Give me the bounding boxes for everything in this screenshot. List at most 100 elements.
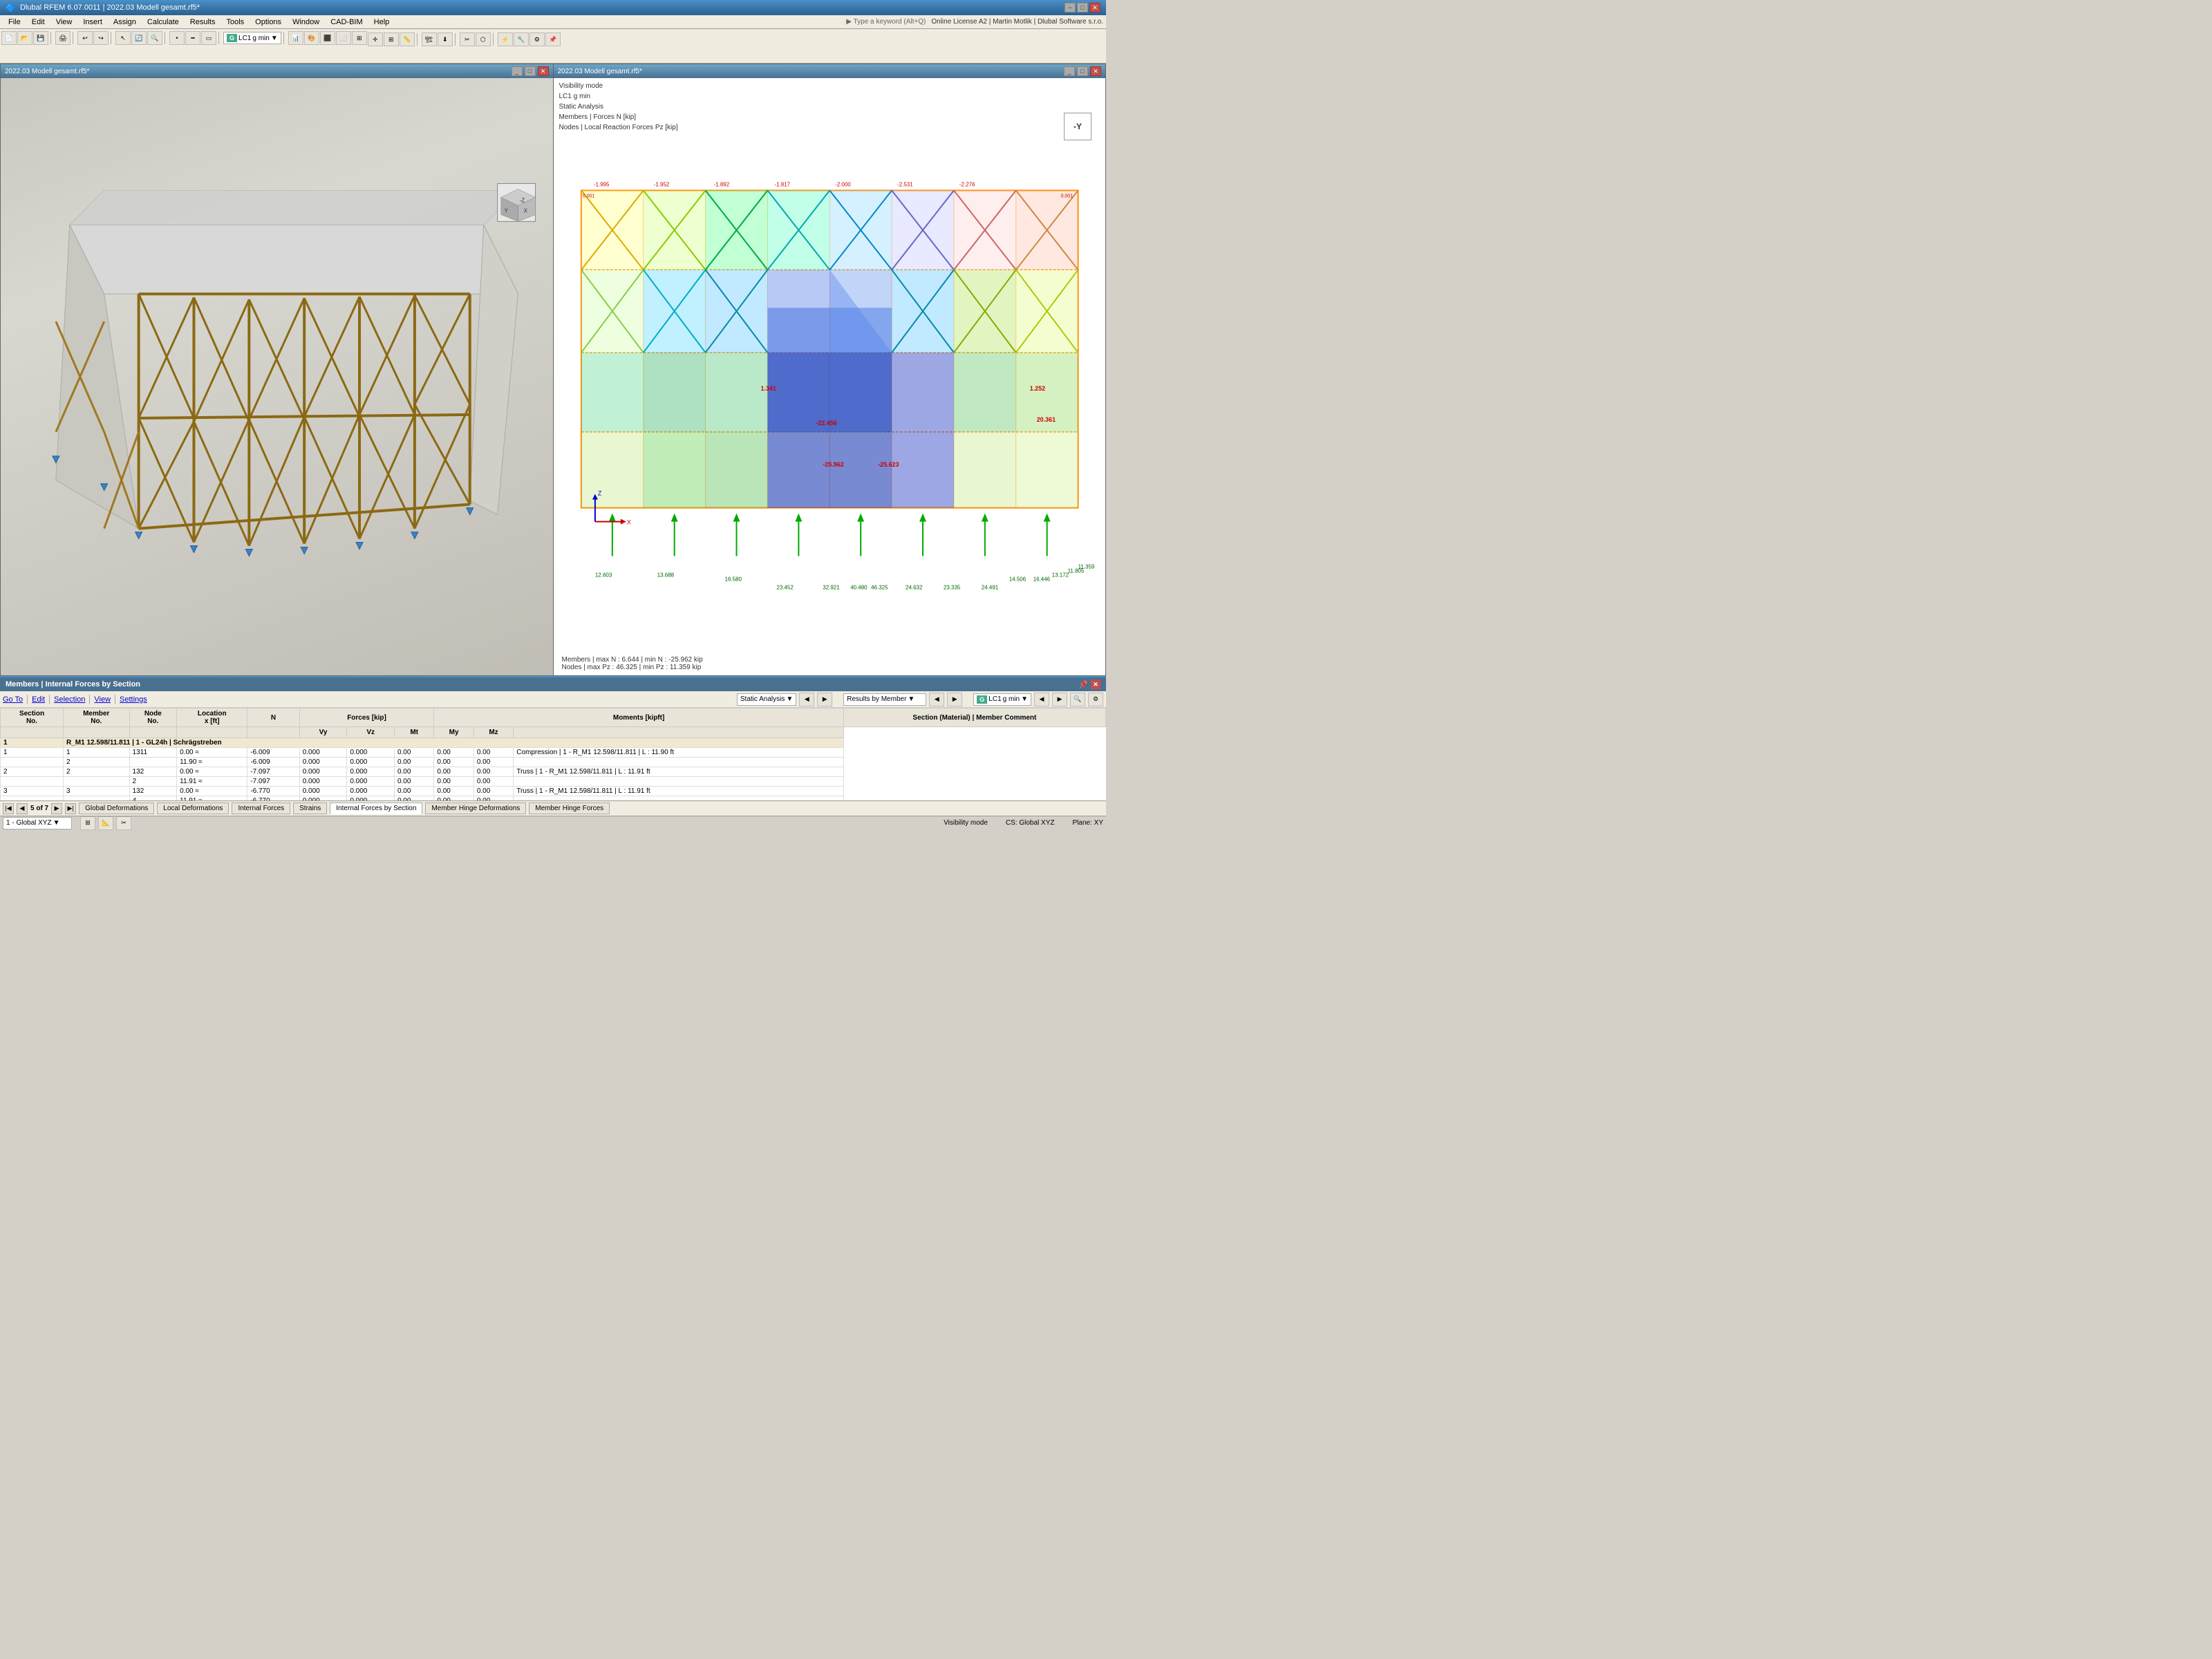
menu-file[interactable]: File: [3, 17, 26, 28]
tb-more-1[interactable]: ⚡: [498, 32, 513, 46]
lc-dropdown[interactable]: G LC1 g min ▼: [223, 32, 281, 44]
menu-cad-bim[interactable]: CAD-BIM: [325, 17, 368, 28]
tb-member[interactable]: ━: [185, 31, 200, 45]
tab-global-deformations[interactable]: Global Deformations: [79, 803, 154, 814]
tb-render[interactable]: 🎨: [304, 31, 319, 45]
nav-first[interactable]: |◀: [3, 803, 14, 814]
license-search-placeholder: ▶ Type a keyword (Alt+Q): [846, 18, 926, 26]
selection-label[interactable]: Selection: [54, 695, 85, 704]
td-n: -6.009: [247, 758, 299, 767]
table-row: 2 2 132 0.00 ≈ -7.097 0.000 0.000 0.00 0…: [1, 767, 1106, 777]
tb-settings-bottom[interactable]: ⚙: [1088, 693, 1103, 706]
vp-left-close[interactable]: ✕: [538, 66, 549, 76]
vp-right-maximize[interactable]: □: [1077, 66, 1088, 76]
menu-view[interactable]: View: [50, 17, 78, 28]
menu-results[interactable]: Results: [185, 17, 221, 28]
tb-grid[interactable]: ⊞: [384, 32, 399, 46]
tb-measure[interactable]: 📏: [400, 32, 415, 46]
status-icon-1[interactable]: ⊞: [80, 816, 95, 830]
edit-label[interactable]: Edit: [32, 695, 45, 704]
tb-sep-9: [493, 33, 496, 46]
td-vz: 0.000: [347, 758, 395, 767]
nav-prev[interactable]: ◀: [17, 803, 28, 814]
coord-system-dropdown[interactable]: 1 - Global XYZ ▼: [3, 817, 72, 830]
th-sm2: [514, 727, 844, 738]
vp-right-close[interactable]: ✕: [1090, 66, 1101, 76]
menu-help[interactable]: Help: [368, 17, 395, 28]
tab-hinge-forces[interactable]: Member Hinge Forces: [529, 803, 610, 814]
tb-view-all[interactable]: ⬛: [320, 31, 335, 45]
maximize-button[interactable]: □: [1077, 3, 1088, 12]
tb-print[interactable]: 🖨: [55, 31, 71, 45]
menu-options[interactable]: Options: [250, 17, 287, 28]
td-mt: 0.00: [394, 777, 433, 787]
menu-tools[interactable]: Tools: [221, 17, 250, 28]
tb-clipping[interactable]: ⬡: [476, 32, 491, 46]
td-sub: 2: [1, 767, 64, 777]
window-controls: − □ ✕: [1065, 3, 1100, 12]
tb-model[interactable]: 🏗: [422, 32, 437, 46]
tb-more-4[interactable]: 📌: [545, 32, 561, 46]
analysis-prev[interactable]: ◀: [799, 693, 814, 706]
menu-insert[interactable]: Insert: [77, 17, 108, 28]
analysis-next[interactable]: ▶: [817, 693, 832, 706]
svg-text:Z: Z: [597, 490, 601, 497]
vp-right-minimize[interactable]: _: [1064, 66, 1075, 76]
menu-assign[interactable]: Assign: [108, 17, 142, 28]
tb-save[interactable]: 💾: [33, 31, 48, 45]
td-sub: [1, 758, 64, 767]
menu-calculate[interactable]: Calculate: [142, 17, 185, 28]
menu-edit[interactable]: Edit: [26, 17, 50, 28]
view-label[interactable]: View: [94, 695, 111, 704]
results-by-dropdown[interactable]: Results by Member ▼: [843, 693, 926, 706]
tab-internal-forces[interactable]: Internal Forces: [232, 803, 290, 814]
lc-next[interactable]: ▶: [1052, 693, 1067, 706]
tb-surface[interactable]: ▭: [201, 31, 216, 45]
tb-more-3[interactable]: ⚙: [529, 32, 545, 46]
bottom-panel-pin[interactable]: 📌: [1078, 680, 1088, 689]
tb-snap[interactable]: ✛: [368, 32, 383, 46]
tb-zoom[interactable]: 🔍: [147, 31, 162, 45]
td-comment: [514, 758, 844, 767]
tb-front[interactable]: ⬜: [336, 31, 351, 45]
status-icon-3[interactable]: ✂: [116, 816, 131, 830]
vp-left-minimize[interactable]: _: [512, 66, 523, 76]
tb-redo[interactable]: ↪: [93, 31, 109, 45]
vp-left-maximize[interactable]: □: [525, 66, 536, 76]
tb-node[interactable]: •: [169, 31, 185, 45]
visibility-label: Visibility mode: [944, 819, 988, 827]
nav-next[interactable]: ▶: [51, 803, 62, 814]
results-next[interactable]: ▶: [947, 693, 962, 706]
tb-filter[interactable]: 🔍: [1070, 693, 1085, 706]
svg-text:X: X: [524, 207, 528, 214]
tb-cut-plane[interactable]: ✂: [460, 32, 475, 46]
status-icon-2[interactable]: 📐: [98, 816, 113, 830]
tb-select[interactable]: ↖: [115, 31, 131, 45]
settings-label[interactable]: Settings: [120, 695, 147, 704]
tb-sep-3: [111, 32, 113, 44]
menu-window[interactable]: Window: [287, 17, 325, 28]
nav-last[interactable]: ▶|: [65, 803, 76, 814]
tb-results[interactable]: 📊: [288, 31, 303, 45]
tb-loads[interactable]: ⬇: [438, 32, 453, 46]
tb-top[interactable]: ⊞: [352, 31, 367, 45]
lc-bottom-dropdown[interactable]: G LC1 g min ▼: [973, 693, 1031, 706]
analysis-dropdown[interactable]: Static Analysis ▼: [737, 693, 796, 706]
goto-label[interactable]: Go To: [3, 695, 23, 704]
tab-internal-forces-by-section[interactable]: Internal Forces by Section: [330, 803, 422, 814]
tab-local-deformations[interactable]: Local Deformations: [157, 803, 229, 814]
tb-open[interactable]: 📂: [17, 31, 32, 45]
tb-new[interactable]: 📄: [1, 31, 17, 45]
results-prev[interactable]: ◀: [929, 693, 944, 706]
tab-hinge-deformations[interactable]: Member Hinge Deformations: [425, 803, 526, 814]
close-button[interactable]: ✕: [1089, 3, 1100, 12]
tab-strains[interactable]: Strains: [293, 803, 327, 814]
tb-more-2[interactable]: 🔧: [514, 32, 529, 46]
bottom-panel-close[interactable]: ✕: [1091, 679, 1100, 689]
td-vz: 0.000: [347, 748, 395, 758]
minimize-button[interactable]: −: [1065, 3, 1076, 12]
lc-prev[interactable]: ◀: [1034, 693, 1049, 706]
svg-text:14.506: 14.506: [1009, 576, 1026, 582]
tb-undo[interactable]: ↩: [77, 31, 93, 45]
tb-rotate[interactable]: 🔄: [131, 31, 147, 45]
